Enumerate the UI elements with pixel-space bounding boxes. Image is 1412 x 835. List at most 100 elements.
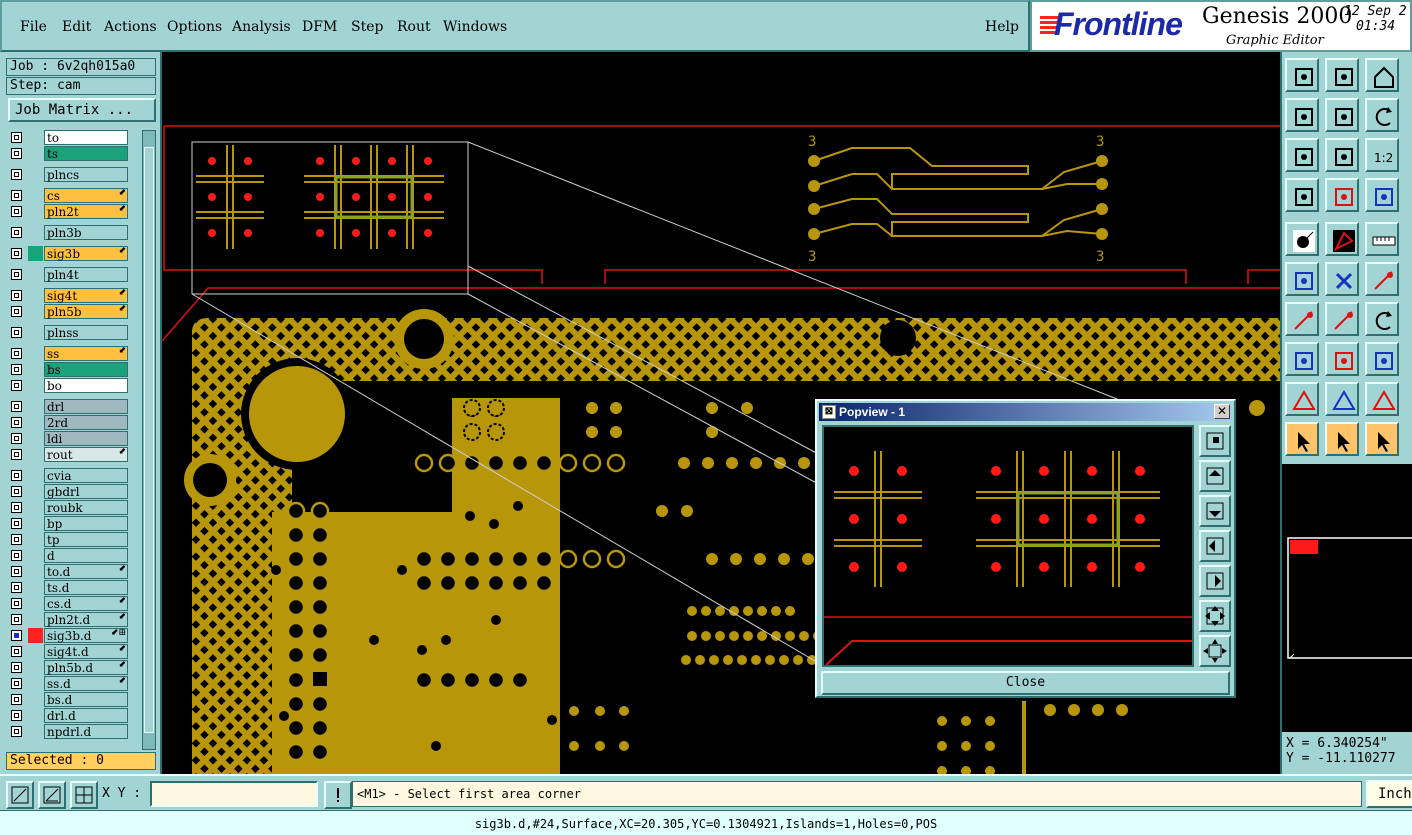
layer-name[interactable]: bs.d xyxy=(44,692,128,707)
probe-icon[interactable] xyxy=(1325,178,1359,212)
layer-row[interactable]: ldi xyxy=(6,431,132,446)
layer-name[interactable]: ss xyxy=(44,346,128,361)
layer-name[interactable]: ts xyxy=(44,146,128,161)
layer-row[interactable]: cvia xyxy=(6,468,132,483)
select-lasso-icon[interactable] xyxy=(1365,422,1399,456)
layer-name[interactable]: sig4t xyxy=(44,288,128,303)
home-icon[interactable] xyxy=(1365,58,1399,92)
layer-checkbox[interactable] xyxy=(11,417,22,428)
layer-row[interactable]: 2rd xyxy=(6,415,132,430)
zoom-center-icon[interactable] xyxy=(1325,138,1359,172)
layer-row[interactable]: sig3b ⬋ xyxy=(6,246,132,261)
route-icon[interactable] xyxy=(1365,262,1399,296)
layer-name[interactable]: pln2t.d xyxy=(44,612,128,627)
menu-actions[interactable]: Actions xyxy=(104,19,157,35)
layer-checkbox[interactable] xyxy=(11,364,22,375)
popview-titlebar[interactable]: ⊠ Popview - 1 xyxy=(819,403,1232,421)
popview-window[interactable]: ⊠ Popview - 1 ✕ Close xyxy=(815,399,1236,698)
layer-row[interactable]: sig3b.d ⬋⊞ xyxy=(6,628,132,643)
layer-name[interactable]: bp xyxy=(44,516,128,531)
segment-icon[interactable] xyxy=(1325,302,1359,336)
layer-name[interactable]: drl xyxy=(44,399,128,414)
pan-right-icon[interactable] xyxy=(1199,565,1231,597)
layer-name[interactable]: ldi xyxy=(44,431,128,446)
job-matrix-button[interactable]: Job Matrix ... xyxy=(8,98,156,122)
layer-checkbox[interactable] xyxy=(11,327,22,338)
layer-name[interactable]: ts.d xyxy=(44,580,128,595)
select-arrow-icon[interactable] xyxy=(1285,422,1319,456)
layer-name[interactable]: pln5b.d xyxy=(44,660,128,675)
angle-snap-icon[interactable] xyxy=(38,781,66,809)
line-icon[interactable] xyxy=(1285,302,1319,336)
layer-name[interactable]: pln3b xyxy=(44,225,128,240)
layer-name[interactable]: drl.d xyxy=(44,708,128,723)
zoom-out-icon[interactable] xyxy=(1199,635,1231,667)
layer-row[interactable]: sig4t ⬋ xyxy=(6,288,132,303)
peak-icon[interactable] xyxy=(1325,382,1359,416)
pad-icon[interactable] xyxy=(1285,342,1319,376)
layer-name[interactable]: ss.d xyxy=(44,676,128,691)
layer-checkbox[interactable] xyxy=(11,662,22,673)
layer-row[interactable]: ss ⬋ xyxy=(6,346,132,361)
layer-name[interactable]: npdrl.d xyxy=(44,724,128,739)
zoom-fit-icon[interactable] xyxy=(1285,138,1319,172)
layer-checkbox[interactable] xyxy=(11,566,22,577)
layer-row[interactable]: pln5b.d ⬋ xyxy=(6,660,132,675)
layer-name[interactable]: d xyxy=(44,548,128,563)
layer-row[interactable]: ts.d xyxy=(6,580,132,595)
layer-name[interactable]: rout xyxy=(44,447,128,462)
layer-row[interactable]: bo xyxy=(6,378,132,393)
layer-name[interactable]: tp xyxy=(44,532,128,547)
layer-checkbox[interactable] xyxy=(11,614,22,625)
layer-row[interactable]: pln4t xyxy=(6,267,132,282)
scrollbar-thumb[interactable] xyxy=(144,147,154,733)
arch-icon[interactable] xyxy=(1365,382,1399,416)
layer-checkbox[interactable] xyxy=(11,486,22,497)
layer-checkbox[interactable] xyxy=(11,348,22,359)
layer-row[interactable]: plnss xyxy=(6,325,132,340)
layer-checkbox[interactable] xyxy=(11,582,22,593)
layer-checkbox[interactable] xyxy=(11,227,22,238)
layer-row[interactable]: cs ⬋ xyxy=(6,188,132,203)
pan-up-icon[interactable] xyxy=(1199,460,1231,492)
layer-name[interactable]: to.d xyxy=(44,564,128,579)
layer-checkbox[interactable] xyxy=(11,678,22,689)
connect-icon[interactable] xyxy=(1285,262,1319,296)
alert-icon[interactable] xyxy=(324,781,352,809)
overview-map[interactable] xyxy=(1280,464,1412,732)
close-icon[interactable]: ✕ xyxy=(1214,404,1230,419)
select-box-icon[interactable] xyxy=(1325,422,1359,456)
ruler-icon[interactable] xyxy=(1365,222,1399,256)
snap-icon[interactable] xyxy=(6,781,34,809)
layer-name[interactable]: cvia xyxy=(44,468,128,483)
dimension-icon[interactable] xyxy=(1365,342,1399,376)
units-button[interactable]: Inch xyxy=(1366,780,1412,808)
layer-row[interactable]: cs.d ⬋ xyxy=(6,596,132,611)
layer-checkbox[interactable] xyxy=(11,380,22,391)
layer-row[interactable]: bs xyxy=(6,362,132,377)
menu-step[interactable]: Step xyxy=(351,19,383,35)
layer-name[interactable]: cs.d xyxy=(44,596,128,611)
net-icon[interactable] xyxy=(1365,178,1399,212)
layer-name[interactable]: pln5b xyxy=(44,304,128,319)
menu-options[interactable]: Options xyxy=(167,19,222,35)
layer-name[interactable]: gbdrl xyxy=(44,484,128,499)
layer-row[interactable]: gbdrl xyxy=(6,484,132,499)
layer-checkbox[interactable] xyxy=(11,518,22,529)
layer-name[interactable]: plncs xyxy=(44,167,128,182)
rotate-icon[interactable] xyxy=(1365,302,1399,336)
layer-name[interactable]: bs xyxy=(44,362,128,377)
layer-name[interactable]: 2rd xyxy=(44,415,128,430)
cross-icon[interactable] xyxy=(1325,262,1359,296)
pan-right-icon[interactable] xyxy=(1325,98,1359,132)
layer-checkbox[interactable] xyxy=(11,169,22,180)
layer-name[interactable]: to xyxy=(44,130,128,145)
layer-checkbox[interactable] xyxy=(11,550,22,561)
layer-row[interactable]: d xyxy=(6,548,132,563)
menu-analysis[interactable]: Analysis xyxy=(232,19,291,35)
layer-row[interactable]: to.d ⬋ xyxy=(6,564,132,579)
measure-tool-icon[interactable] xyxy=(1285,178,1319,212)
pan-down-icon[interactable] xyxy=(1199,495,1231,527)
menu-rout[interactable]: Rout xyxy=(397,19,431,35)
layer-row[interactable]: bp xyxy=(6,516,132,531)
